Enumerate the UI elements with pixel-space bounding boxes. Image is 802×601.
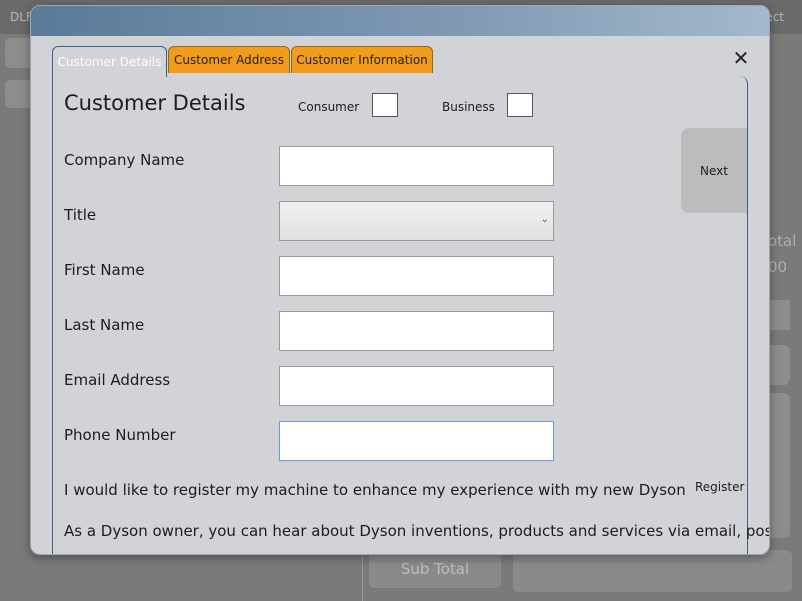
tab-customer-information[interactable]: Customer Information [291,46,433,73]
tab-customer-address[interactable]: Customer Address [168,46,290,73]
first-name-field[interactable] [279,256,554,296]
background-subtotal-button: Sub Total [369,550,501,588]
phone-number-label: Phone Number [64,426,176,444]
first-name-label: First Name [64,261,145,279]
first-name-input[interactable] [280,257,553,295]
consumer-label: Consumer [298,100,360,114]
business-label: Business [442,100,495,114]
marketing-description: As a Dyson owner, you can hear about Dys… [64,522,770,540]
business-checkbox[interactable] [507,93,533,117]
next-button[interactable]: Next [681,128,747,213]
phone-number-field[interactable] [279,421,554,461]
background-panel [768,300,790,330]
register-button[interactable]: Register [695,480,744,494]
tab-content-panel: Customer Details Consumer Business Next … [52,76,769,554]
dialog-titlebar [31,6,769,36]
background-total-label: otal [768,232,797,250]
chevron-down-icon: ⌄ [540,214,549,225]
page-title: Customer Details [64,91,246,115]
register-description: I would like to register my machine to e… [64,481,686,499]
consumer-checkbox[interactable] [372,93,398,117]
background-panel [768,345,790,385]
company-name-input[interactable] [280,147,553,185]
title-select[interactable]: ⌄ [279,201,554,241]
background-panel [513,550,792,592]
last-name-input[interactable] [280,312,553,350]
background-divider [362,553,363,601]
email-address-field[interactable] [279,366,554,406]
email-address-label: Email Address [64,371,171,389]
customer-details-dialog: ✕ Customer Details Customer Address Cust… [30,5,770,555]
close-icon[interactable]: ✕ [731,48,751,68]
title-label: Title [64,206,97,224]
last-name-label: Last Name [64,316,145,334]
company-name-label: Company Name [64,151,185,169]
background-total-value: 00 [768,258,788,276]
last-name-field[interactable] [279,311,554,351]
phone-number-input[interactable] [280,422,553,460]
company-name-field[interactable] [279,146,554,186]
background-panel [768,393,790,538]
email-address-input[interactable] [280,367,553,405]
tab-customer-details[interactable]: Customer Details [52,46,167,77]
